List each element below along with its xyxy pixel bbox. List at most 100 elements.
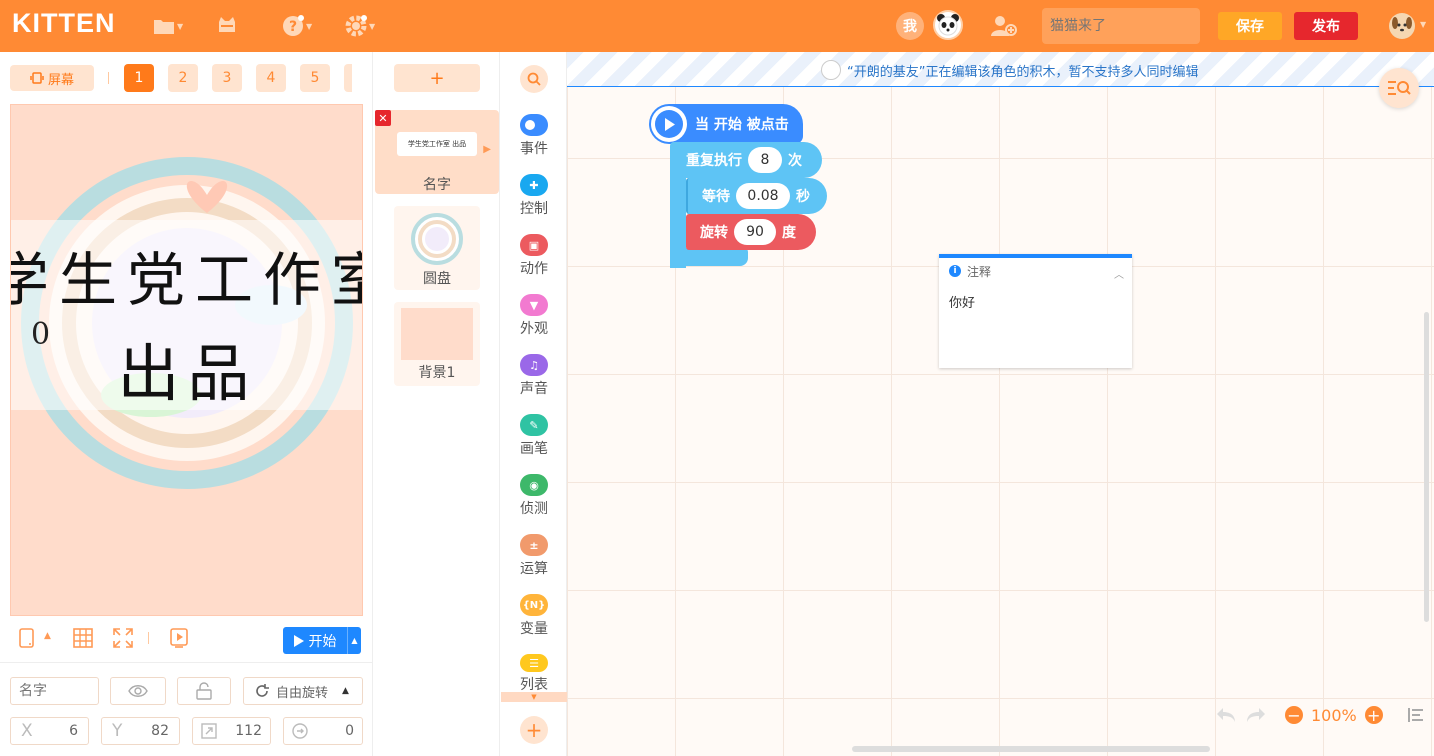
add-extension-button[interactable]: + <box>520 716 548 744</box>
rotation-mode-label: 自由旋转 <box>276 685 329 701</box>
user-menu-caret[interactable]: ▼ <box>1420 20 1426 29</box>
comment-note[interactable]: i 注释 ︿ 你好 <box>939 254 1132 368</box>
start-button[interactable]: 开始 ▲ <box>283 627 361 654</box>
sprite-card-name[interactable]: ✕ 学生党工作室 出品 ▶ 名字 <box>375 110 499 194</box>
start-options-caret[interactable]: ▲ <box>347 627 361 654</box>
gear-icon <box>345 15 367 37</box>
repeat-count-input[interactable]: 8 <box>748 147 782 173</box>
direction-value: 0 <box>345 723 354 739</box>
category-label: 侦测 <box>520 501 548 517</box>
add-collaborator-button[interactable] <box>990 14 1018 38</box>
vertical-scrollbar[interactable] <box>1424 312 1429 622</box>
screen-orientation-button[interactable]: 屏幕 <box>10 65 94 91</box>
scene-tab-1[interactable]: 1 <box>124 64 154 92</box>
stage-variable-display: 0 <box>31 317 51 352</box>
lock-toggle[interactable] <box>177 677 231 705</box>
category-sensing[interactable]: ◉ 侦测 <box>501 474 567 534</box>
fullscreen-button[interactable] <box>112 627 134 649</box>
search-icon <box>527 72 541 86</box>
scene-tab-2[interactable]: 2 <box>168 64 198 92</box>
video-record-button[interactable] <box>168 627 190 649</box>
y-position-field[interactable]: Y 82 <box>101 717 180 745</box>
category-sound[interactable]: ♫ 声音 <box>501 354 567 414</box>
redo-icon[interactable] <box>1245 706 1267 724</box>
panda-icon <box>821 60 841 80</box>
direction-field[interactable]: 0 <box>283 717 363 745</box>
rotate-degrees-input[interactable]: 90 <box>734 219 776 245</box>
music-icon: ♫ <box>520 354 548 376</box>
wait-block[interactable]: 等待 0.08 秒 <box>686 178 827 214</box>
scene-tab-3[interactable]: 3 <box>212 64 242 92</box>
background-thumbnail <box>401 308 473 360</box>
category-motion[interactable]: ▣ 动作 <box>501 234 567 294</box>
logo: KITTEN <box>12 8 116 38</box>
grid-toggle[interactable] <box>72 627 94 649</box>
category-control[interactable]: ✚ 控制 <box>501 174 567 234</box>
hat-label: 当 开始 被点击 <box>695 117 789 133</box>
avatar-me[interactable]: 我 <box>896 12 924 40</box>
file-menu[interactable]: ▼ <box>153 12 183 40</box>
project-title-input[interactable] <box>1042 8 1200 44</box>
horizontal-scrollbar[interactable] <box>852 746 1210 752</box>
zoom-out-button[interactable]: − <box>1285 706 1303 725</box>
cat-menu[interactable] <box>216 12 238 40</box>
help-menu[interactable]: ? ▼ <box>282 12 312 40</box>
publish-button[interactable]: 发布 <box>1294 12 1358 40</box>
edit-lock-notice: “开朗的基友”正在编辑该角色的积木，暂不支持多人同时编辑 <box>567 52 1434 87</box>
category-events[interactable]: 事件 <box>501 114 567 174</box>
category-label: 动作 <box>520 261 548 277</box>
category-looks[interactable]: ▼ 外观 <box>501 294 567 354</box>
rotate-block[interactable]: 旋转 90 度 <box>686 214 816 250</box>
save-button[interactable]: 保存 <box>1218 12 1282 40</box>
align-blocks-icon[interactable] <box>1407 707 1425 723</box>
category-pen[interactable]: ✎ 画笔 <box>501 414 567 474</box>
sprite-card-background[interactable]: 背景1 <box>394 302 480 386</box>
visibility-toggle[interactable] <box>110 677 166 705</box>
category-label: 变量 <box>520 621 548 637</box>
user-avatar[interactable] <box>1389 13 1415 39</box>
collapse-icon[interactable]: ︿ <box>1114 266 1124 281</box>
when-start-clicked-block[interactable]: 当 开始 被点击 <box>649 104 803 144</box>
block-search-button[interactable] <box>520 65 548 93</box>
add-sprite-button[interactable]: + <box>394 64 480 92</box>
category-label: 列表 <box>520 677 548 693</box>
sprite-card-disc[interactable]: 圆盘 <box>394 206 480 290</box>
sprite-name: 名字 <box>423 177 451 193</box>
add-user-icon <box>991 16 1017 36</box>
chevron-right-icon[interactable]: ▶ <box>483 144 491 155</box>
category-variables[interactable]: {N} 变量 <box>501 594 567 654</box>
comment-text[interactable]: 你好 <box>939 284 1132 319</box>
x-position-field[interactable]: X 6 <box>10 717 89 745</box>
repeat-header: 重复执行 8 次 <box>670 142 802 178</box>
y-value: 82 <box>151 723 169 739</box>
rotation-mode-select[interactable]: 自由旋转 ▲ <box>243 677 363 705</box>
category-scroll-down[interactable]: ▼ <box>501 692 567 702</box>
scene-tab-4[interactable]: 4 <box>256 64 286 92</box>
sprite-panel: + ✕ 学生党工作室 出品 ▶ 名字 圆盘 背景1 <box>374 52 500 756</box>
comment-title: 注释 <box>967 264 992 279</box>
device-caret[interactable]: ▲ <box>44 631 56 653</box>
stage-canvas[interactable]: 学生党工作室 出品 0 <box>10 104 363 616</box>
settings-menu[interactable]: ▼ <box>345 12 375 40</box>
category-operators[interactable]: ± 运算 <box>501 534 567 594</box>
delete-sprite-icon[interactable]: ✕ <box>375 110 391 126</box>
device-toggle[interactable] <box>17 627 39 649</box>
scene-tab-5[interactable]: 5 <box>300 64 330 92</box>
sprite-name-input[interactable] <box>10 677 99 705</box>
collaborator-avatar[interactable] <box>933 10 963 40</box>
scene-tab-more[interactable] <box>344 64 352 92</box>
play-icon <box>651 106 687 142</box>
wait-seconds-input[interactable]: 0.08 <box>736 183 790 209</box>
size-field[interactable]: 112 <box>192 717 271 745</box>
workspace-search-button[interactable] <box>1379 68 1419 108</box>
notice-text: “开朗的基友”正在编辑该角色的积木，暂不支持多人同时编辑 <box>847 65 1199 80</box>
undo-icon[interactable] <box>1215 706 1237 724</box>
gamepad-icon: ✚ <box>520 174 548 196</box>
shirt-icon: ▼ <box>520 294 548 316</box>
dog-avatar-icon <box>1390 14 1414 38</box>
stage-text-line2: 出品 <box>117 337 258 410</box>
code-workspace[interactable]: “开朗的基友”正在编辑该角色的积木，暂不支持多人同时编辑 当 开始 被点击 重复… <box>567 52 1434 756</box>
disc-thumbnail <box>411 213 463 265</box>
category-lists[interactable]: ☰ 列表 <box>501 654 567 694</box>
zoom-in-button[interactable]: + <box>1364 706 1383 725</box>
